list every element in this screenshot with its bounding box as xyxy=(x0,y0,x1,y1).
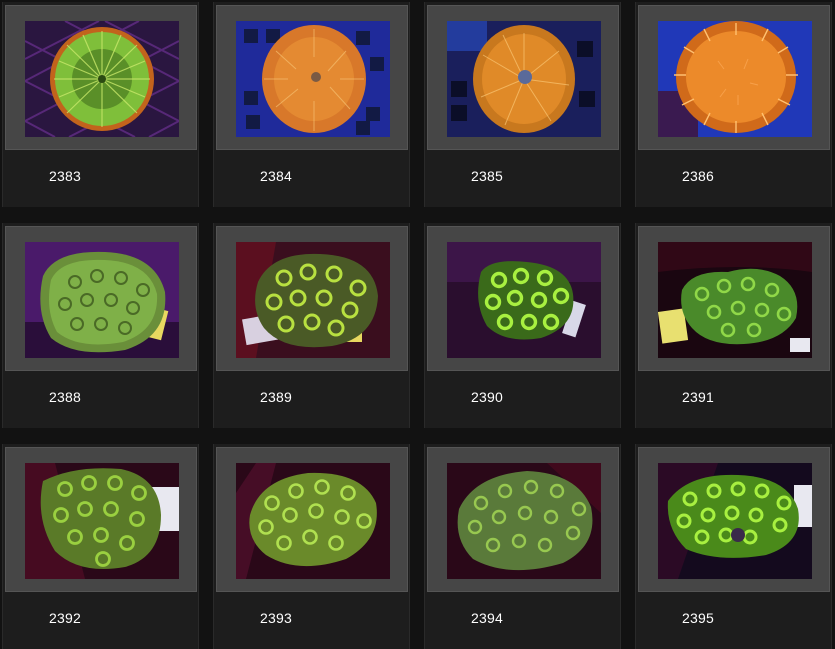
coral-card[interactable]: 2391 xyxy=(635,223,832,428)
item-number: 2391 xyxy=(682,389,714,405)
coral-image xyxy=(658,21,812,137)
item-number: 2390 xyxy=(471,389,503,405)
coral-image xyxy=(236,242,390,358)
coral-photo[interactable] xyxy=(25,21,179,137)
item-number: 2385 xyxy=(471,168,503,184)
coral-photo[interactable] xyxy=(236,21,390,137)
coral-gallery-grid: 2383 2384 2385 2386 2388 2389 2390 2391 … xyxy=(0,0,835,649)
coral-photo[interactable] xyxy=(658,463,812,579)
coral-image xyxy=(658,463,812,579)
thumbnail-frame xyxy=(638,5,830,150)
coral-card[interactable]: 2385 xyxy=(424,2,621,207)
coral-image xyxy=(25,242,179,358)
coral-photo[interactable] xyxy=(25,463,179,579)
coral-image xyxy=(25,21,179,137)
thumbnail-frame xyxy=(216,5,408,150)
thumbnail-frame xyxy=(427,226,619,371)
coral-card[interactable]: 2383 xyxy=(2,2,199,207)
coral-card[interactable]: 2388 xyxy=(2,223,199,428)
coral-card[interactable]: 2390 xyxy=(424,223,621,428)
coral-photo[interactable] xyxy=(658,242,812,358)
item-number: 2389 xyxy=(260,389,292,405)
coral-photo[interactable] xyxy=(447,21,601,137)
thumbnail-frame xyxy=(5,5,197,150)
coral-image xyxy=(447,21,601,137)
item-number: 2394 xyxy=(471,610,503,626)
coral-photo[interactable] xyxy=(236,242,390,358)
coral-card[interactable]: 2386 xyxy=(635,2,832,207)
thumbnail-frame xyxy=(638,447,830,592)
thumbnail-frame xyxy=(638,226,830,371)
coral-card[interactable]: 2395 xyxy=(635,444,832,649)
coral-card[interactable]: 2389 xyxy=(213,223,410,428)
thumbnail-frame xyxy=(427,5,619,150)
item-number: 2386 xyxy=(682,168,714,184)
item-number: 2392 xyxy=(49,610,81,626)
coral-photo[interactable] xyxy=(447,463,601,579)
coral-image xyxy=(236,463,390,579)
coral-image xyxy=(236,21,390,137)
coral-photo[interactable] xyxy=(658,21,812,137)
thumbnail-frame xyxy=(216,447,408,592)
thumbnail-frame xyxy=(427,447,619,592)
thumbnail-frame xyxy=(5,447,197,592)
coral-card[interactable]: 2393 xyxy=(213,444,410,649)
thumbnail-frame xyxy=(216,226,408,371)
coral-image xyxy=(447,242,601,358)
coral-photo[interactable] xyxy=(25,242,179,358)
coral-image xyxy=(447,463,601,579)
item-number: 2384 xyxy=(260,168,292,184)
coral-card[interactable]: 2394 xyxy=(424,444,621,649)
coral-image xyxy=(25,463,179,579)
coral-photo[interactable] xyxy=(236,463,390,579)
item-number: 2393 xyxy=(260,610,292,626)
item-number: 2388 xyxy=(49,389,81,405)
coral-image xyxy=(658,242,812,358)
thumbnail-frame xyxy=(5,226,197,371)
coral-card[interactable]: 2392 xyxy=(2,444,199,649)
item-number: 2383 xyxy=(49,168,81,184)
item-number: 2395 xyxy=(682,610,714,626)
coral-card[interactable]: 2384 xyxy=(213,2,410,207)
coral-photo[interactable] xyxy=(447,242,601,358)
